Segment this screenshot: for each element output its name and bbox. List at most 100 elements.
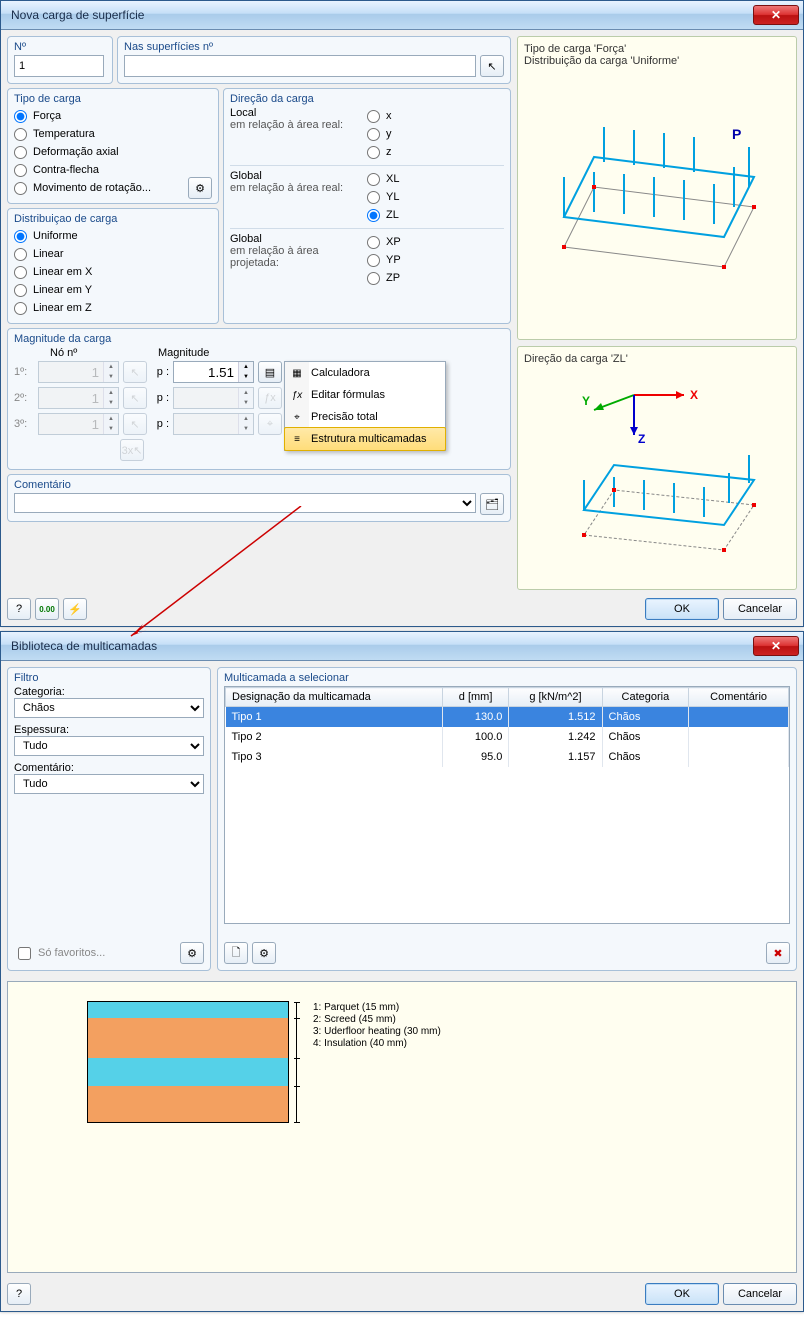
radio-uniform[interactable] <box>14 230 27 243</box>
pick-node3-button: ↖ <box>123 413 147 435</box>
radio-linear-x[interactable] <box>14 266 27 279</box>
svg-text:X: X <box>690 388 698 402</box>
layer-preview: 1: Parquet (15 mm) 2: Screed (45 mm) 3: … <box>7 981 797 1273</box>
table-row[interactable]: Tipo 2 100.0 1.242 Chãos <box>226 727 789 747</box>
radio-dir-zl[interactable] <box>367 209 380 222</box>
menu-calculator[interactable]: ▦Calculadora <box>285 362 445 384</box>
favorites-settings-button[interactable]: ⚙ <box>180 942 204 964</box>
dialog-surface-load: Nova carga de superfície ✕ Nº Nas superf… <box>0 0 804 627</box>
table-row[interactable]: Tipo 1 130.0 1.512 Chãos <box>226 707 789 728</box>
titlebar2: Biblioteca de multicamadas ✕ <box>1 632 803 661</box>
window-title2: Biblioteca de multicamadas <box>11 639 753 653</box>
radio-linear-y[interactable] <box>14 284 27 297</box>
layer-label: 1: Parquet (15 mm) <box>313 1002 441 1014</box>
radio-dir-x[interactable] <box>367 110 380 123</box>
comment-library-button[interactable]: 🗂 <box>480 493 504 515</box>
pick-surfaces-button[interactable]: ↖ <box>480 55 504 77</box>
node2-input <box>39 388 103 408</box>
svg-text:Z: Z <box>638 432 645 446</box>
radio-temperature[interactable] <box>14 128 27 141</box>
dir-label: Direção da carga <box>230 93 504 105</box>
comment-filter-combo[interactable]: Tudo <box>14 774 204 794</box>
new-button[interactable]: 🗋 <box>224 942 248 964</box>
filter-label: Filtro <box>14 672 204 684</box>
mag3-menu-button: ⌖ <box>258 413 282 435</box>
cancel-button2[interactable]: Cancelar <box>723 1283 797 1305</box>
preview-direction: Direção da carga 'ZL' X Y Z <box>517 346 797 590</box>
node1-input <box>39 362 103 382</box>
radio-rotation[interactable] <box>14 182 27 195</box>
svg-text:P: P <box>732 126 741 142</box>
close-button2[interactable]: ✕ <box>753 636 799 656</box>
window-title: Nova carga de superfície <box>11 8 753 22</box>
ok-button[interactable]: OK <box>645 598 719 620</box>
radio-linear-z[interactable] <box>14 302 27 315</box>
close-button[interactable]: ✕ <box>753 5 799 25</box>
layer <box>88 1002 288 1018</box>
radio-dir-yp[interactable] <box>367 254 380 267</box>
mag2-menu-button: ƒx <box>258 387 282 409</box>
help-button[interactable]: ? <box>7 598 31 620</box>
menu-edit-formulas[interactable]: ƒxEditar fórmulas <box>285 384 445 406</box>
magnitude-label: Magnitude da carga <box>14 333 504 345</box>
titlebar: Nova carga de superfície ✕ <box>1 1 803 30</box>
comment-label: Comentário <box>14 479 504 491</box>
ok-button2[interactable]: OK <box>645 1283 719 1305</box>
surfaces-input[interactable] <box>124 55 476 77</box>
units-button[interactable]: 0.00 <box>35 598 59 620</box>
radio-axial-label: Deformação axial <box>33 146 119 158</box>
dialog-multilayer-library: Biblioteca de multicamadas ✕ Filtro Cate… <box>0 631 804 1312</box>
select-label: Multicamada a selecionar <box>224 672 790 684</box>
edit-library-button[interactable]: ⚙ <box>252 942 276 964</box>
radio-dir-z[interactable] <box>367 146 380 159</box>
category-combo[interactable]: Chãos <box>14 698 204 718</box>
mag1-menu-button[interactable]: ▤ <box>258 361 282 383</box>
mag3-input <box>174 414 238 434</box>
cancel-button[interactable]: Cancelar <box>723 598 797 620</box>
radio-dir-y[interactable] <box>367 128 380 141</box>
calc-icon: ▦ <box>289 365 305 381</box>
layer-label: 3: Uderfloor heating (30 mm) <box>313 1026 441 1038</box>
radio-dir-yl[interactable] <box>367 191 380 204</box>
node3-input <box>39 414 103 434</box>
preview-load-svg: P <box>524 67 784 307</box>
layer <box>88 1086 288 1122</box>
layer <box>88 1058 288 1086</box>
radio-temperature-label: Temperatura <box>33 128 95 140</box>
radio-dir-xl[interactable] <box>367 173 380 186</box>
delete-button[interactable]: ✖ <box>766 942 790 964</box>
num-label: Nº <box>14 41 106 53</box>
favorites-checkbox[interactable] <box>18 947 31 960</box>
mag1-input[interactable] <box>174 362 238 382</box>
radio-dir-zp[interactable] <box>367 272 380 285</box>
preview-dir-svg: X Y Z <box>524 365 784 575</box>
layers-icon: ≡ <box>289 431 305 447</box>
radio-force-label: Força <box>33 110 61 122</box>
rotation-settings-button[interactable]: ⚙ <box>188 177 212 199</box>
pick-node2-button: ↖ <box>123 387 147 409</box>
thickness-combo[interactable]: Tudo <box>14 736 204 756</box>
context-menu: ▦Calculadora ƒxEditar fórmulas ⌖Precisão… <box>284 361 446 451</box>
comment-combo[interactable] <box>14 493 476 513</box>
radio-camber[interactable] <box>14 164 27 177</box>
radio-axial[interactable] <box>14 146 27 159</box>
surfaces-label: Nas superfícies nº <box>124 41 504 53</box>
layer <box>88 1018 288 1058</box>
radio-camber-label: Contra-flecha <box>33 164 99 176</box>
svg-text:Y: Y <box>582 394 590 408</box>
radio-dir-xp[interactable] <box>367 236 380 249</box>
radio-force[interactable] <box>14 110 27 123</box>
preview-load: Tipo de carga 'Força' Distribuição da ca… <box>517 36 797 340</box>
radio-linear[interactable] <box>14 248 27 261</box>
table-row[interactable]: Tipo 3 95.0 1.157 Chãos <box>226 747 789 767</box>
num-input[interactable] <box>14 55 104 77</box>
menu-multilayer[interactable]: ≡Estrutura multicamadas <box>284 427 446 451</box>
settings-button[interactable]: ⚡ <box>63 598 87 620</box>
help-button2[interactable]: ? <box>7 1283 31 1305</box>
layer-label: 4: Insulation (40 mm) <box>313 1038 441 1050</box>
radio-rotation-label: Movimento de rotação... <box>33 182 151 194</box>
multilayer-table[interactable]: Designação da multicamada d [mm] g [kN/m… <box>225 687 789 767</box>
menu-full-precision[interactable]: ⌖Precisão total <box>285 406 445 428</box>
layer-label: 2: Screed (45 mm) <box>313 1014 441 1026</box>
precision-icon: ⌖ <box>289 409 305 425</box>
